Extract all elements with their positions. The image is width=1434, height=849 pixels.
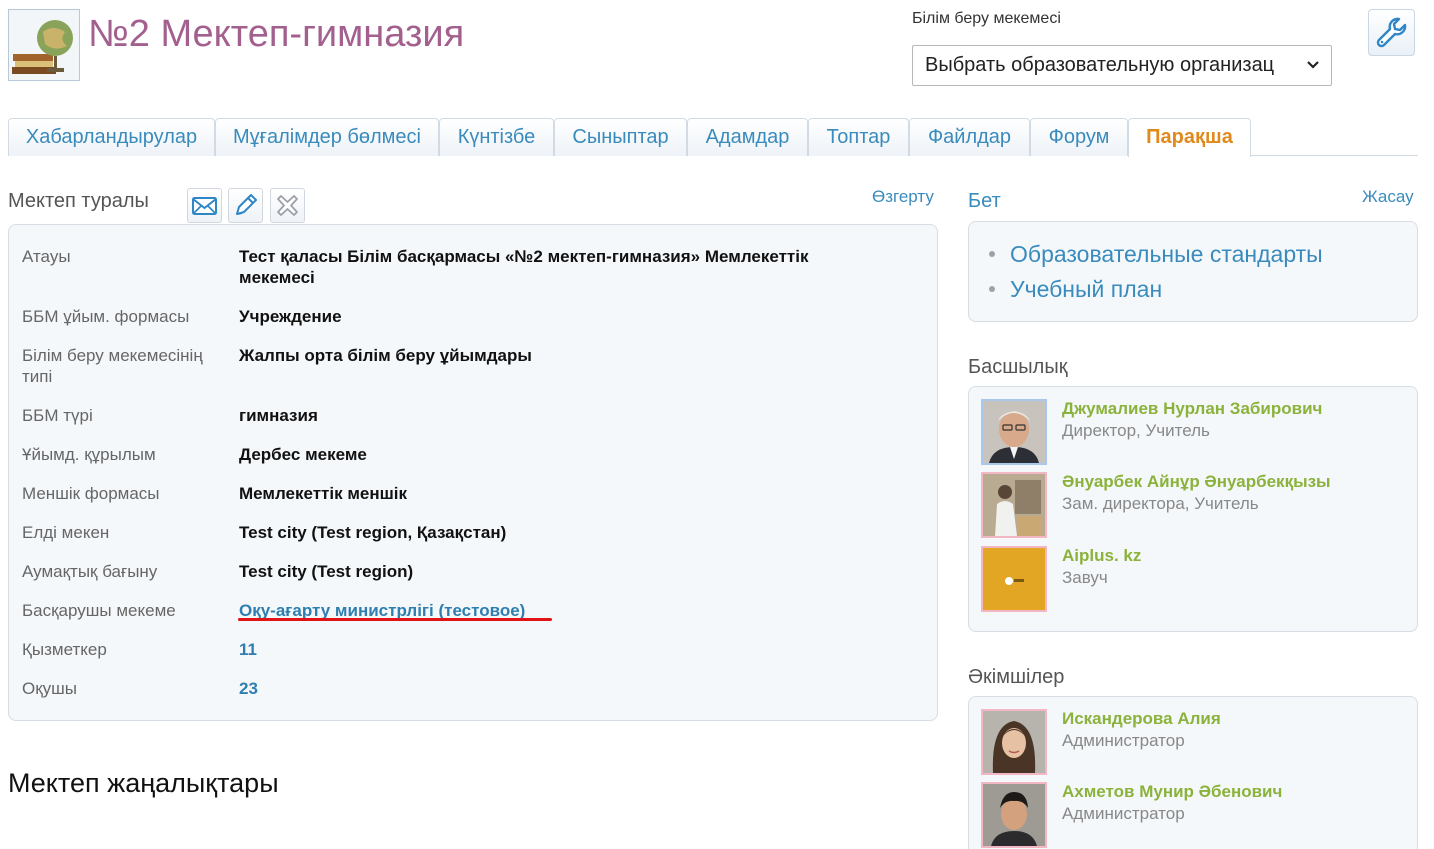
tab-forum[interactable]: Форум [1030,118,1128,156]
info-label: ББМ түрі [22,406,93,425]
main-tabs: Хабарландырулар Мұғалімдер бөлмесі Күнті… [8,118,1418,157]
envelope-icon [192,197,217,215]
page-link[interactable]: Учебный план [989,276,1162,303]
create-page-link[interactable]: Жасау [1362,187,1414,207]
delete-x-icon [277,195,298,216]
info-label: ББМ ұйым. формасы [22,307,190,326]
person-name[interactable]: Искандерова Алия [1062,709,1221,729]
staff-count-link[interactable]: 11 [239,639,879,660]
message-button[interactable] [187,188,222,223]
delete-button[interactable] [270,188,305,223]
person-name[interactable]: Әнуарбек Айнұр Әнуарбекқызы [1062,472,1331,492]
school-news-title: Мектеп жаңалықтары [8,768,279,798]
student-count-link[interactable]: 23 [239,678,879,699]
school-info-title: Мектеп туралы [8,190,149,212]
info-label: Білім беру мекемесінің типі [22,346,203,386]
info-value: Test city (Test region) [239,562,414,581]
person-name[interactable]: Джумалиев Нурлан Забирович [1062,399,1322,419]
avatar [981,782,1047,848]
tab-page[interactable]: Парақша [1128,118,1251,157]
pages-title: Бет [968,190,1001,212]
org-select-value: Выбрать образовательную организац [925,54,1275,76]
tab-groups[interactable]: Топтар [808,118,909,156]
edit-info-link[interactable]: Өзгерту [872,187,934,207]
info-label: Меншік формасы [22,484,160,503]
avatar [981,472,1047,538]
person-name[interactable]: Aiplus. kz [1062,546,1141,566]
person-role: Администратор [1062,804,1185,823]
info-value: Жалпы орта білім беру ұйымдары [239,346,532,365]
person-card[interactable]: Ахметов Мунир Әбенович Администратор [981,782,1401,848]
admins-title: Әкімшілер [968,666,1065,688]
leadership-title: Басшылық [968,356,1068,378]
person-role: Директор, Учитель [1062,421,1210,440]
tab-classes[interactable]: Сыныптар [554,118,687,156]
leadership-panel: Джумалиев Нурлан Забирович Директор, Учи… [968,386,1418,632]
person-card[interactable]: Әнуарбек Айнұр Әнуарбекқызы Зам. директо… [981,472,1401,538]
person-card[interactable]: Джумалиев Нурлан Забирович Директор, Учи… [981,399,1401,465]
avatar [981,709,1047,775]
info-label: Басқарушы мекеме [22,601,176,620]
school-logo [8,9,80,81]
pencil-icon [236,194,257,215]
info-label: Атауы [22,247,71,266]
person-role: Завуч [1062,568,1108,587]
info-value: Дербес мекеме [239,445,367,464]
wrench-icon [1376,17,1407,48]
tab-announcements[interactable]: Хабарландырулар [8,118,215,156]
person-name[interactable]: Ахметов Мунир Әбенович [1062,782,1282,802]
highlight-underline [238,618,552,621]
page-link[interactable]: Образовательные стандарты [989,241,1323,268]
person-card[interactable]: Aiplus. kz Завуч [981,546,1401,612]
person-role: Администратор [1062,731,1185,750]
info-label: Аумақтық бағыну [22,562,158,581]
info-label: Елді мекен [22,523,110,542]
info-value: Мемлекеттік меншік [239,484,408,503]
info-value: Test city (Test region, Қазақстан) [239,523,507,542]
edit-button[interactable] [228,188,263,223]
person-card[interactable]: Искандерова Алия Администратор [981,709,1401,775]
admins-panel: Искандерова Алия Администратор Ахметов М… [968,696,1418,849]
settings-wrench-button[interactable] [1368,9,1415,56]
person-role: Зам. директора, Учитель [1062,494,1259,513]
info-value: гимназия [239,406,318,425]
info-label: Ұйымд. құрылым [22,445,156,464]
tab-calendar[interactable]: Күнтізбе [439,118,554,156]
avatar [981,399,1047,465]
info-label: Қызметкер [22,640,107,659]
chevron-down-icon [1305,46,1321,85]
school-title: №2 Мектеп-гимназия [88,13,465,55]
org-select[interactable]: Выбрать образовательную организац [912,45,1332,86]
info-label: Оқушы [22,679,78,698]
avatar [981,546,1047,612]
info-value: Учреждение [239,307,342,326]
tab-files[interactable]: Файлдар [909,118,1030,156]
tab-teachers-room[interactable]: Мұғалімдер бөлмесі [215,118,439,156]
pages-panel: Образовательные стандарты Учебный план [968,221,1418,322]
info-value: Тест қаласы Білім басқармасы «№2 мектеп-… [239,247,809,287]
tab-people[interactable]: Адамдар [687,118,808,156]
org-select-label: Білім беру мекемесі [912,10,1061,27]
